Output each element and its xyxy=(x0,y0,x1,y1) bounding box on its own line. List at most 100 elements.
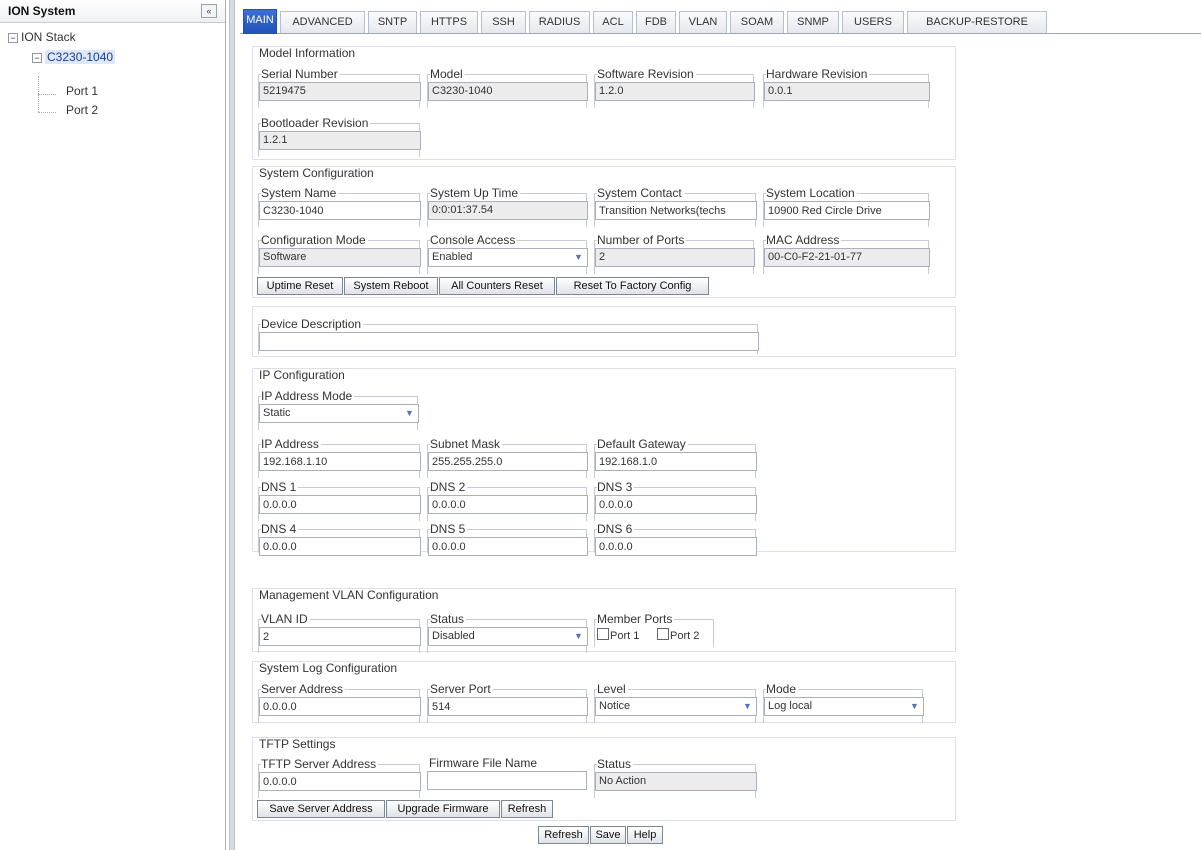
dns-2-input[interactable] xyxy=(428,495,588,514)
tree-node-port-2[interactable]: Port 2 xyxy=(66,103,98,117)
system-contact-input[interactable] xyxy=(595,201,757,220)
dns-3-input[interactable] xyxy=(595,495,757,514)
dns-1-group: DNS 1 xyxy=(258,480,421,521)
system-name-input[interactable] xyxy=(259,201,421,220)
field-label: Firmware File Name xyxy=(429,756,540,770)
refresh-button[interactable]: Refresh xyxy=(538,826,589,844)
dns-3-group: DNS 3 xyxy=(594,480,757,521)
tree-node-device[interactable]: − C3230-1040 xyxy=(32,50,116,64)
console-access-select[interactable]: Enabled ▼ xyxy=(428,248,588,267)
firmware-file-name-input[interactable] xyxy=(427,771,587,790)
model-information-section: Model Information Serial Number 5219475 … xyxy=(252,46,956,160)
panel-splitter[interactable] xyxy=(229,0,235,850)
select-value: Enabled xyxy=(432,251,473,263)
tab-advanced[interactable]: ADVANCED xyxy=(280,11,365,33)
dns-1-input[interactable] xyxy=(259,495,421,514)
tree-node-ion-stack[interactable]: − ION Stack xyxy=(8,30,76,44)
field-label: Console Access xyxy=(430,233,518,247)
vlan-status-select[interactable]: Disabled ▼ xyxy=(428,627,588,646)
tab-ssh[interactable]: SSH xyxy=(481,11,526,33)
tab-acl[interactable]: ACL xyxy=(593,11,633,33)
tab-https[interactable]: HTTPS xyxy=(420,11,478,33)
all-counters-reset-button[interactable]: All Counters Reset xyxy=(439,277,555,295)
vlan-id-input[interactable] xyxy=(259,627,421,646)
uptime-reset-button[interactable]: Uptime Reset xyxy=(257,277,343,295)
section-title: System Log Configuration xyxy=(259,661,398,675)
upgrade-firmware-button[interactable]: Upgrade Firmware xyxy=(386,800,500,818)
tab-fdb[interactable]: FDB xyxy=(636,11,676,33)
mac-address-value: 00-C0-F2-21-01-77 xyxy=(764,248,930,267)
tftp-refresh-button[interactable]: Refresh xyxy=(501,800,553,818)
member-port-2-checkbox[interactable]: Port 2 xyxy=(657,628,699,642)
help-button[interactable]: Help xyxy=(627,826,663,844)
ip-address-input[interactable] xyxy=(259,452,421,471)
checkbox-label: Port 1 xyxy=(610,630,640,642)
select-value: Log local xyxy=(768,700,813,712)
syslog-mode-select[interactable]: Log local ▼ xyxy=(764,697,924,716)
collapse-toggle-icon[interactable]: − xyxy=(8,32,18,43)
member-ports-group: Member Ports Port 1 Port 2 xyxy=(594,612,714,647)
field-label: System Contact xyxy=(597,186,684,200)
tftp-status-group: Status No Action xyxy=(594,757,757,798)
field-label: DNS 1 xyxy=(261,480,299,494)
save-server-address-button[interactable]: Save Server Address xyxy=(257,800,385,818)
dropdown-arrow-icon[interactable]: ▼ xyxy=(741,700,754,713)
tftp-server-address-input[interactable] xyxy=(259,772,421,791)
tree-node-port-1[interactable]: Port 1 xyxy=(66,84,98,98)
tree-node-label: ION Stack xyxy=(21,30,76,44)
field-label: MAC Address xyxy=(766,233,842,247)
main-content: Model Information Serial Number 5219475 … xyxy=(248,40,960,850)
model-group: Model C3230-1040 xyxy=(427,67,588,108)
dns-6-group: DNS 6 xyxy=(594,522,757,556)
dns-4-input[interactable] xyxy=(259,537,421,556)
dropdown-arrow-icon[interactable]: ▼ xyxy=(572,630,585,643)
save-button[interactable]: Save xyxy=(590,826,626,844)
field-label: TFTP Server Address xyxy=(261,757,379,771)
tab-sntp[interactable]: SNTP xyxy=(368,11,417,33)
syslog-server-address-input[interactable] xyxy=(259,697,421,716)
syslog-mode-group: Mode Log local ▼ xyxy=(763,682,924,723)
tab-snmp[interactable]: SNMP xyxy=(787,11,839,33)
mac-address-group: MAC Address 00-C0-F2-21-01-77 xyxy=(763,233,930,274)
dropdown-arrow-icon[interactable]: ▼ xyxy=(908,700,921,713)
device-description-input[interactable] xyxy=(259,332,759,351)
dropdown-arrow-icon[interactable]: ▼ xyxy=(403,407,416,420)
subnet-mask-input[interactable] xyxy=(428,452,588,471)
field-label: Configuration Mode xyxy=(261,233,368,247)
field-label: DNS 6 xyxy=(597,522,635,536)
syslog-level-select[interactable]: Notice ▼ xyxy=(595,697,757,716)
default-gateway-input[interactable] xyxy=(595,452,757,471)
tftp-settings-section: TFTP Settings TFTP Server Address Firmwa… xyxy=(252,737,956,821)
collapse-toggle-icon[interactable]: − xyxy=(32,52,42,63)
tftp-server-address-group: TFTP Server Address xyxy=(258,757,421,798)
system-location-input[interactable] xyxy=(764,201,930,220)
collapse-panel-icon[interactable]: « xyxy=(201,4,217,18)
tree-connector xyxy=(38,112,56,113)
tab-backup-restore[interactable]: BACKUP-RESTORE xyxy=(907,11,1047,33)
device-description-group: Device Description xyxy=(258,317,759,354)
field-label: Number of Ports xyxy=(597,233,687,247)
syslog-server-port-input[interactable] xyxy=(428,697,588,716)
member-port-1-checkbox[interactable]: Port 1 xyxy=(597,628,639,642)
vlan-status-group: Status Disabled ▼ xyxy=(427,612,588,653)
tree-node-label: C3230-1040 xyxy=(45,50,116,64)
tab-main[interactable]: MAIN xyxy=(243,9,277,34)
field-label: DNS 4 xyxy=(261,522,299,536)
tab-soam[interactable]: SOAM xyxy=(730,11,784,33)
system-reboot-button[interactable]: System Reboot xyxy=(344,277,438,295)
checkbox-box[interactable] xyxy=(597,628,609,640)
field-label: DNS 2 xyxy=(430,480,468,494)
syslog-server-address-group: Server Address xyxy=(258,682,421,723)
dns-6-input[interactable] xyxy=(595,537,757,556)
dropdown-arrow-icon[interactable]: ▼ xyxy=(572,251,585,264)
reset-to-factory-config-button[interactable]: Reset To Factory Config xyxy=(556,277,709,295)
tab-radius[interactable]: RADIUS xyxy=(529,11,590,33)
tab-vlan[interactable]: VLAN xyxy=(679,11,727,33)
checkbox-label: Port 2 xyxy=(670,630,700,642)
checkbox-box[interactable] xyxy=(657,628,669,640)
ip-address-mode-select[interactable]: Static ▼ xyxy=(259,404,419,423)
dns-5-input[interactable] xyxy=(428,537,588,556)
section-title: Management VLAN Configuration xyxy=(259,588,439,602)
select-value: Static xyxy=(263,407,291,419)
tab-users[interactable]: USERS xyxy=(842,11,904,33)
